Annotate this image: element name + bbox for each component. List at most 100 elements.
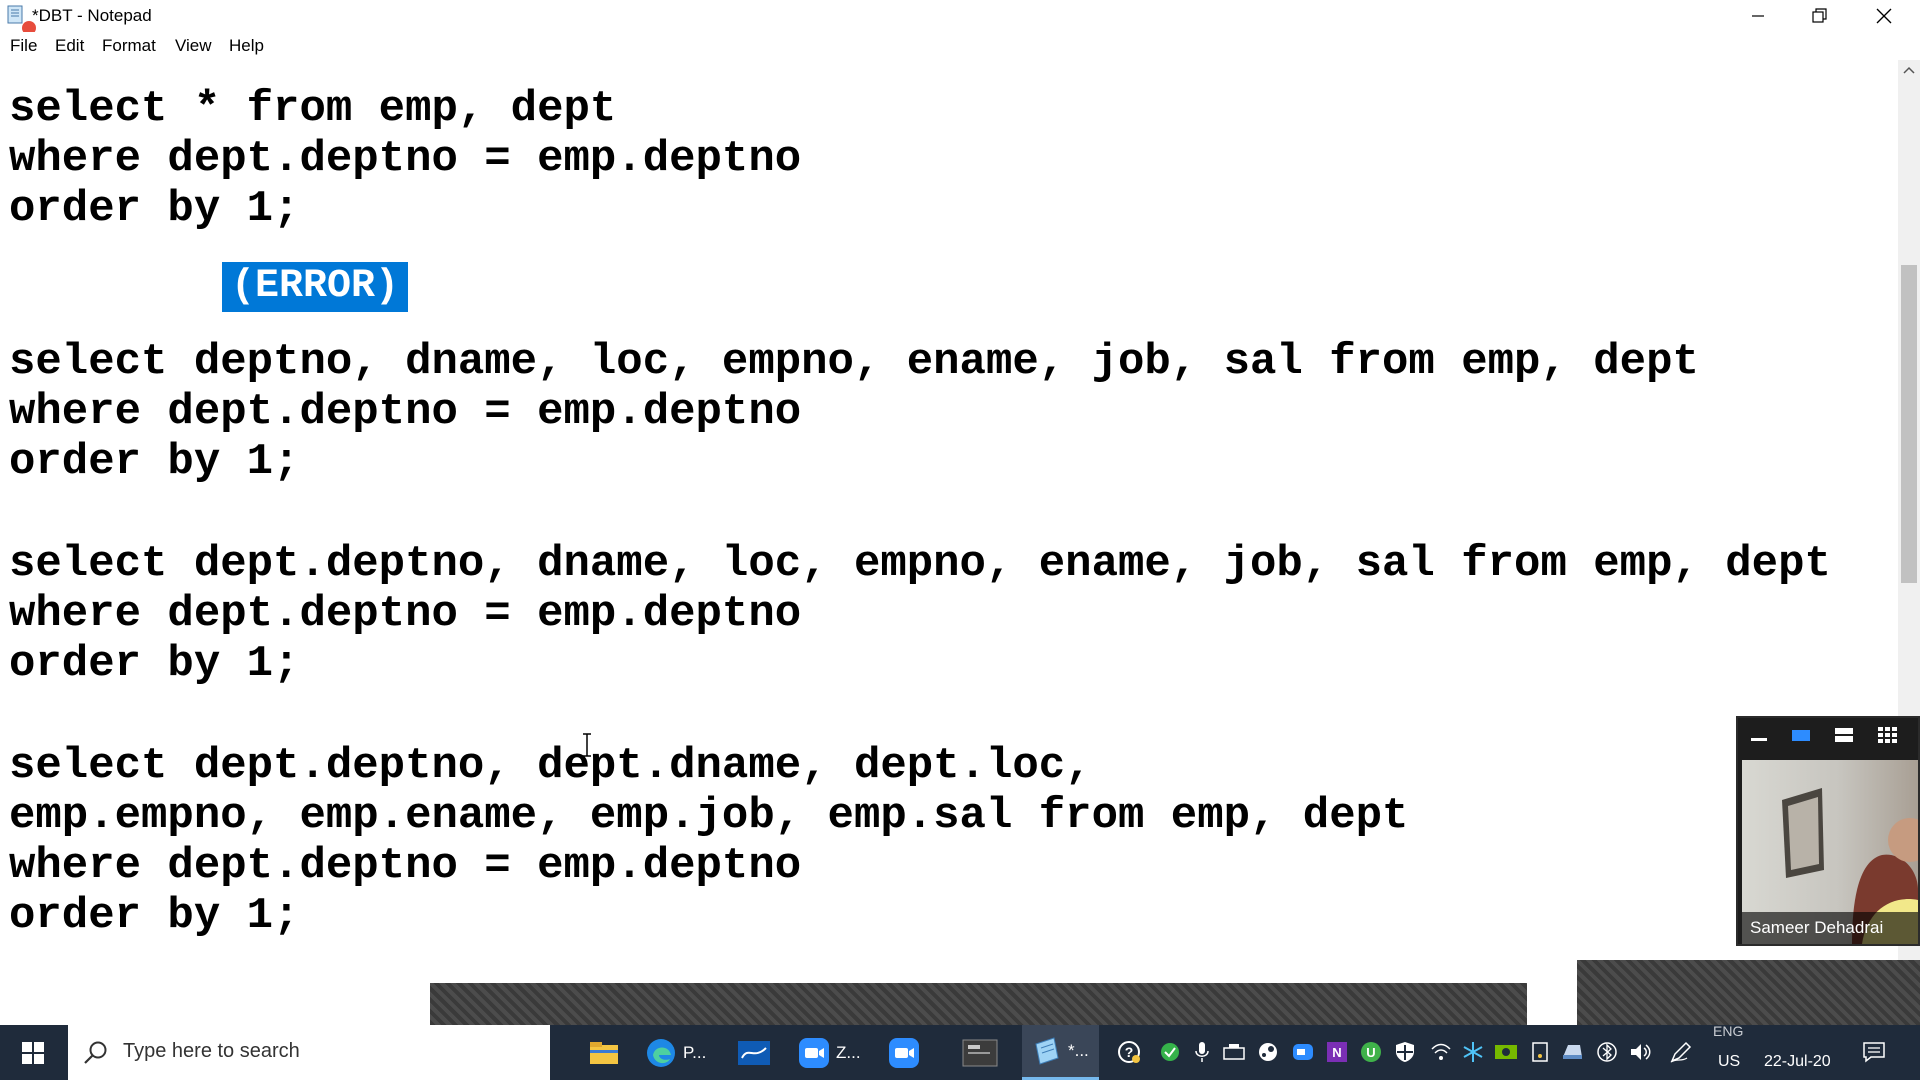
text-editor[interactable]: select * from emp, dept where dept.deptn… <box>0 60 1898 1025</box>
taskbar-app-label: *... <box>1068 1041 1089 1060</box>
menu-file[interactable]: File <box>10 36 37 56</box>
code-line: order by 1; <box>9 437 300 487</box>
onenote-icon: N <box>1327 1042 1347 1062</box>
upwork-icon: U <box>1361 1042 1381 1062</box>
code-line: order by 1; <box>9 891 300 941</box>
help-icon: ? <box>1118 1041 1140 1063</box>
search-placeholder: Type here to search <box>123 1040 300 1062</box>
minimize-video-icon[interactable] <box>1748 726 1770 744</box>
nvidia-icon <box>1495 1045 1517 1059</box>
file-explorer-icon <box>590 1041 618 1064</box>
notepad-taskbar-icon <box>1035 1037 1059 1065</box>
svg-text:N: N <box>1332 1045 1341 1060</box>
taskbar-app-sqlplus[interactable] <box>962 1025 998 1080</box>
restore-icon <box>1812 8 1827 23</box>
scroll-up-arrow-icon[interactable] <box>1903 66 1915 74</box>
notification-center-icon <box>1863 1042 1885 1063</box>
svg-text:?: ? <box>1125 1044 1134 1060</box>
pen-icon <box>1670 1041 1692 1063</box>
menu-help[interactable]: Help <box>229 36 264 56</box>
code-line: emp.empno, emp.ename, emp.job, emp.sal f… <box>9 791 1409 841</box>
taskbar-app-edge[interactable]: P... <box>645 1025 706 1080</box>
minimize-icon <box>1752 15 1764 17</box>
defender-tray-icon[interactable] <box>1393 1039 1417 1065</box>
code-line: select dept.deptno, dept.dname, dept.loc… <box>9 741 1092 791</box>
taskbar-app-file-explorer[interactable] <box>588 1025 620 1080</box>
gallery-view-icon[interactable] <box>1876 726 1898 744</box>
pen-tray-icon[interactable] <box>1669 1039 1693 1065</box>
code-line: where dept.deptno = emp.deptno <box>9 134 802 184</box>
taskbar-app-zoom-meeting[interactable] <box>888 1025 920 1080</box>
battery-tray-icon[interactable] <box>1595 1039 1619 1065</box>
title-bar: *DBT - Notepad <box>0 0 1920 35</box>
svg-text:U: U <box>1366 1045 1375 1060</box>
device-icon <box>1532 1042 1548 1062</box>
volume-tray-icon[interactable] <box>1629 1039 1653 1065</box>
participant-video-feed: Sameer Dehadrai <box>1742 760 1918 944</box>
onenote-tray-icon[interactable]: N <box>1325 1039 1349 1065</box>
steam-tray-icon[interactable] <box>1256 1039 1280 1065</box>
video-thumbnail-panel[interactable]: Sameer Dehadrai <box>1736 716 1920 946</box>
edge-icon <box>647 1038 675 1067</box>
menu-format[interactable]: Format <box>102 36 156 56</box>
code-line: where dept.deptno = emp.deptno <box>9 841 802 891</box>
close-button[interactable] <box>1854 0 1914 32</box>
menu-bar: File Edit Format View Help <box>0 32 1920 61</box>
input-language-region[interactable]: US <box>1718 1053 1740 1071</box>
menu-edit[interactable]: Edit <box>55 36 84 56</box>
bluetooth-audio-icon <box>1597 1042 1617 1062</box>
notifications-button[interactable] <box>1862 1039 1886 1065</box>
code-line: select dept.deptno, dname, loc, empno, e… <box>9 539 1831 589</box>
search-icon <box>84 1041 107 1064</box>
storage-tray-icon[interactable] <box>1560 1039 1584 1065</box>
snowflake-icon <box>1463 1042 1483 1062</box>
close-icon <box>1876 8 1892 24</box>
error-label-highlight: (ERROR) <box>222 262 409 312</box>
whiteboard-icon <box>738 1040 770 1065</box>
speaker-view-icon[interactable] <box>1790 726 1812 744</box>
taskbar-app-zoom[interactable]: Z... <box>798 1025 861 1080</box>
microphone-icon <box>1195 1042 1209 1062</box>
input-language-top[interactable]: ENG <box>1713 1023 1743 1039</box>
help-tray-icon[interactable]: ? <box>1117 1039 1141 1065</box>
sqlplus-icon <box>962 1039 998 1066</box>
window-title: *DBT - Notepad <box>32 6 152 25</box>
code-line: where dept.deptno = emp.deptno <box>9 387 802 437</box>
zoom-small-icon <box>1293 1044 1313 1060</box>
scrollbar-thumb[interactable] <box>1901 265 1917 583</box>
microphone-tray-icon[interactable] <box>1190 1039 1214 1065</box>
participant-name: Sameer Dehadrai <box>1742 912 1918 944</box>
windows-logo-icon <box>22 1041 44 1064</box>
strip-view-icon[interactable] <box>1833 726 1855 744</box>
shield-icon <box>1396 1042 1414 1062</box>
security-check-tray-icon[interactable] <box>1158 1039 1182 1065</box>
start-button[interactable] <box>0 1025 66 1080</box>
taskbar-app-notepad-active[interactable]: *... <box>1022 1025 1099 1080</box>
keyboard-icon <box>1223 1044 1245 1060</box>
taskbar-app-label: Z... <box>836 1042 861 1062</box>
taskbar-app-whiteboard[interactable] <box>736 1025 772 1080</box>
upwork-tray-icon[interactable]: U <box>1359 1039 1383 1065</box>
code-line: where dept.deptno = emp.deptno <box>9 589 802 639</box>
steam-icon <box>1259 1043 1277 1061</box>
text-cursor-icon <box>583 733 591 757</box>
zoom-tray-icon[interactable] <box>1291 1039 1315 1065</box>
network-adapter-tray-icon[interactable] <box>1222 1039 1246 1065</box>
menu-view[interactable]: View <box>175 36 212 56</box>
nvidia-tray-icon[interactable] <box>1494 1039 1518 1065</box>
check-shield-icon <box>1161 1043 1179 1061</box>
zoom-icon <box>799 1037 829 1068</box>
screen-share-overlay <box>430 983 1527 1025</box>
code-line: order by 1; <box>9 639 300 689</box>
code-line: select * from emp, dept <box>9 84 617 134</box>
clock-date[interactable]: 22-Jul-20 <box>1764 1053 1831 1071</box>
minimize-button[interactable] <box>1728 0 1788 32</box>
taskbar-app-label: P... <box>683 1042 707 1062</box>
bluetooth-tray-icon[interactable] <box>1461 1039 1485 1065</box>
restore-button[interactable] <box>1790 0 1850 32</box>
device-tray-icon[interactable] <box>1528 1039 1552 1065</box>
code-line: order by 1; <box>9 184 300 234</box>
wifi-tray-icon[interactable] <box>1429 1039 1453 1065</box>
cloud-drive-icon <box>1563 1045 1582 1059</box>
taskbar-search-box[interactable]: Type here to search <box>68 1025 550 1080</box>
